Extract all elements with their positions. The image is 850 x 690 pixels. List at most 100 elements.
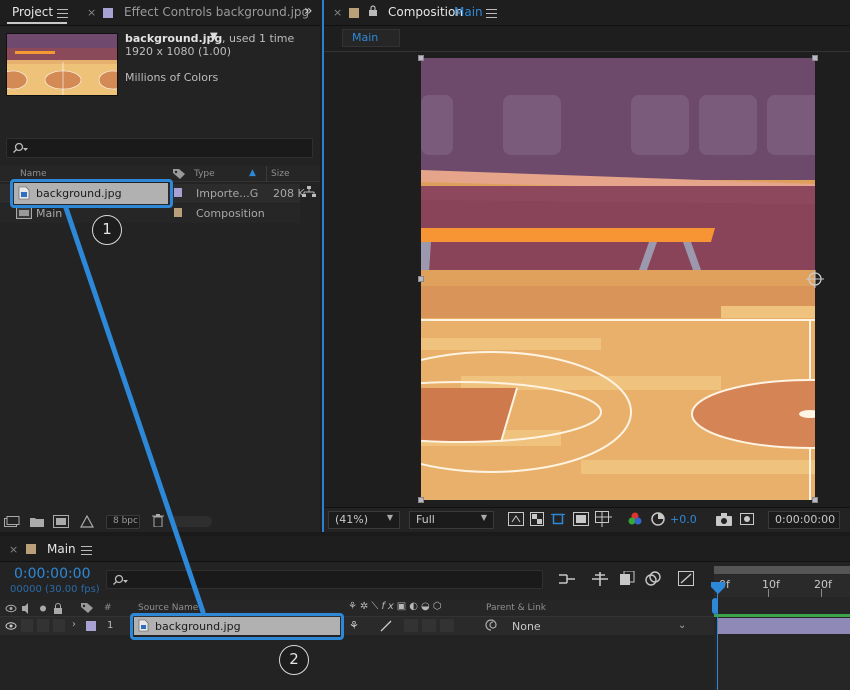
switches-header-icons: ⚘✲⟍fx▣◐◒⬡ [348,601,445,612]
work-area-bar[interactable] [714,566,850,574]
magnification-dropdown[interactable]: (41%) ▼ [328,511,400,529]
interpret-footage-icon[interactable] [4,516,20,528]
tab-composition[interactable]: Composition [388,5,463,19]
tab-composition-name[interactable]: Main [454,5,483,19]
transparency-grid-icon[interactable] [530,512,544,526]
bpc-label: 8 bpc [113,516,138,526]
guides-icon[interactable] [573,512,589,526]
column-divider [266,166,267,182]
twirl-down-icon[interactable]: › [72,619,76,630]
comp-timecode: 0:00:00:00 [775,513,836,526]
column-name[interactable]: Name [20,169,47,179]
layer-number: 1 [107,620,114,631]
file-usage-dropdown-icon[interactable]: ▼ [210,31,218,42]
transform-handle[interactable] [812,497,818,503]
active-tab-indicator [7,22,67,24]
layer-label-swatch[interactable] [86,621,96,631]
label-color-swatch[interactable] [174,208,182,217]
horizontal-scrollbar[interactable] [170,516,212,527]
new-composition-icon[interactable] [53,515,69,528]
comp-timecode-field[interactable]: 0:00:00:00 [768,511,840,529]
snapshot-camera-icon[interactable] [716,513,732,526]
close-icon[interactable]: × [333,6,342,19]
anchor-point-icon[interactable] [805,269,825,289]
tab-effect-controls[interactable]: Effect Controls background.jpg [124,5,309,19]
shy-layers-icon[interactable] [619,571,635,586]
column-size[interactable]: Size [271,169,289,179]
motion-blur-icon[interactable] [678,571,694,586]
project-settings-icon[interactable] [80,515,94,528]
frame-blending-icon[interactable] [645,571,661,586]
ruler-tick [821,589,822,597]
quality-switch-icon[interactable] [380,620,392,632]
column-layer-number[interactable]: # [104,603,112,613]
shy-switch-icon[interactable]: ⚘ [349,619,359,632]
project-search-input[interactable] [6,138,313,158]
selected-file-name: background.jpg [125,32,223,45]
current-time-indicator[interactable] [717,592,718,690]
playhead-icon[interactable] [711,582,725,594]
layer-duration-bar[interactable] [718,618,850,634]
transform-handle[interactable] [812,55,818,61]
divider [324,51,850,52]
solo-toggle[interactable] [37,619,49,632]
exposure-value[interactable]: +0.0 [670,513,697,526]
draft-3d-icon[interactable] [592,571,608,586]
timeline-search-input[interactable] [106,570,543,589]
show-snapshot-icon[interactable] [740,512,754,526]
step-callout-1: 1 [92,215,122,245]
item-name[interactable]: Main [36,207,62,220]
switch-cell[interactable] [422,619,436,632]
parent-value: None [512,620,541,633]
region-of-interest-icon[interactable] [551,512,565,526]
step-callout-2: 2 [279,645,309,675]
sort-ascending-icon: ▲ [249,168,256,178]
trash-icon[interactable] [152,514,164,527]
transform-handle[interactable] [418,497,424,503]
composition-viewer[interactable] [421,58,815,500]
transform-handle[interactable] [418,55,424,61]
project-menu-icon[interactable] [57,9,68,18]
switch-cell[interactable] [440,619,454,632]
column-parent-link[interactable]: Parent & Link [486,603,546,613]
grid-and-guides-icon[interactable] [595,511,613,527]
lock-toggle[interactable] [53,619,65,632]
label-color-swatch [349,8,359,18]
current-time-display[interactable]: 0:00:00:00 [14,566,91,582]
label-tag-icon [81,603,93,613]
file-colors: Millions of Colors [125,71,219,84]
timeline-menu-icon[interactable] [81,546,92,555]
label-tag-icon[interactable] [172,168,186,180]
transform-handle[interactable] [418,276,424,282]
ruler-tick-label: 20f [814,578,832,591]
label-color-swatch [103,8,113,18]
composition-menu-icon[interactable] [486,9,497,18]
new-folder-icon[interactable] [30,516,44,528]
lock-icon[interactable] [368,5,378,17]
search-icon [13,142,28,153]
panel-overflow-icon[interactable]: » [304,3,313,19]
resolution-dropdown[interactable]: Full ▼ [409,511,494,529]
column-source-name[interactable]: Source Name [138,603,198,613]
fast-previews-icon[interactable] [508,512,524,526]
switch-cell[interactable] [404,619,418,632]
visibility-eye-icon[interactable] [5,621,17,631]
reset-exposure-icon[interactable] [651,512,665,526]
tab-project[interactable]: Project [12,5,53,19]
highlight-outline [130,613,344,640]
column-type[interactable]: Type [194,169,215,179]
chevron-down-icon: ⌄ [678,620,687,631]
channels-icon[interactable] [628,512,642,526]
audio-toggle[interactable] [21,619,33,632]
file-usage: , used 1 time [222,32,295,45]
file-dimensions: 1920 x 1080 (1.00) [125,45,232,58]
pick-whip-icon[interactable] [485,619,497,631]
close-icon[interactable]: × [9,543,18,556]
close-icon[interactable]: × [87,6,96,19]
comp-flowchart-icon[interactable] [559,572,577,586]
timeline-tabbar [0,536,850,562]
tab-timeline-main[interactable]: Main [47,542,76,556]
flowchart-icon[interactable] [302,186,316,198]
item-size: 208 K [273,187,305,200]
label-color-swatch[interactable] [174,188,182,197]
